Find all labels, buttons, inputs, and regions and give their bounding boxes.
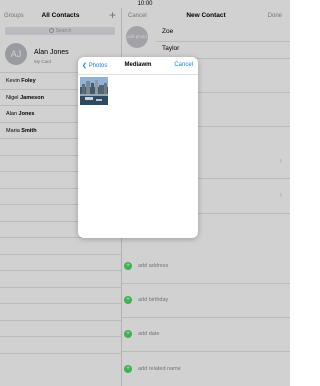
- city-photo-image: [80, 77, 108, 105]
- photo-thumbnail[interactable]: [80, 77, 108, 105]
- photo-picker-popover: ❮ Photos Mediawm Cancel: [78, 57, 198, 238]
- picker-cancel-button[interactable]: Cancel: [174, 62, 193, 68]
- photo-picker-nav-bar: ❮ Photos Mediawm Cancel: [78, 57, 198, 75]
